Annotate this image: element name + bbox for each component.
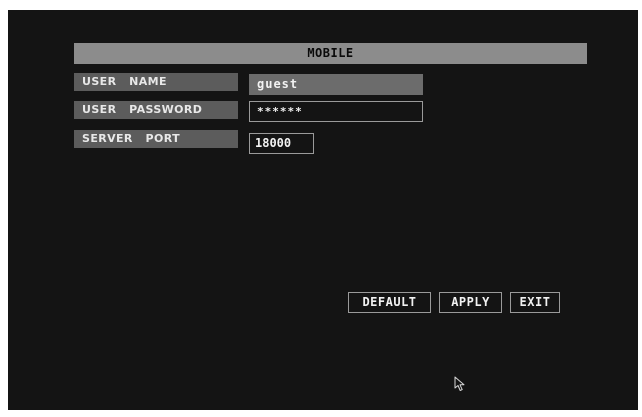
username-field[interactable]: guest (249, 74, 423, 95)
username-label: USER NAME (74, 73, 238, 91)
apply-button[interactable]: APPLY (439, 292, 502, 313)
page-title: MOBILE (74, 43, 587, 64)
mobile-settings-screen: MOBILE USER NAME guest USER PASSWORD ***… (8, 10, 638, 410)
default-button[interactable]: DEFAULT (348, 292, 431, 313)
exit-button[interactable]: EXIT (510, 292, 560, 313)
password-label: USER PASSWORD (74, 101, 238, 119)
mouse-pointer-icon (454, 376, 465, 391)
server-port-field[interactable]: 18000 (249, 133, 314, 154)
password-field[interactable]: ****** (249, 101, 423, 122)
server-port-label: SERVER PORT (74, 130, 238, 148)
